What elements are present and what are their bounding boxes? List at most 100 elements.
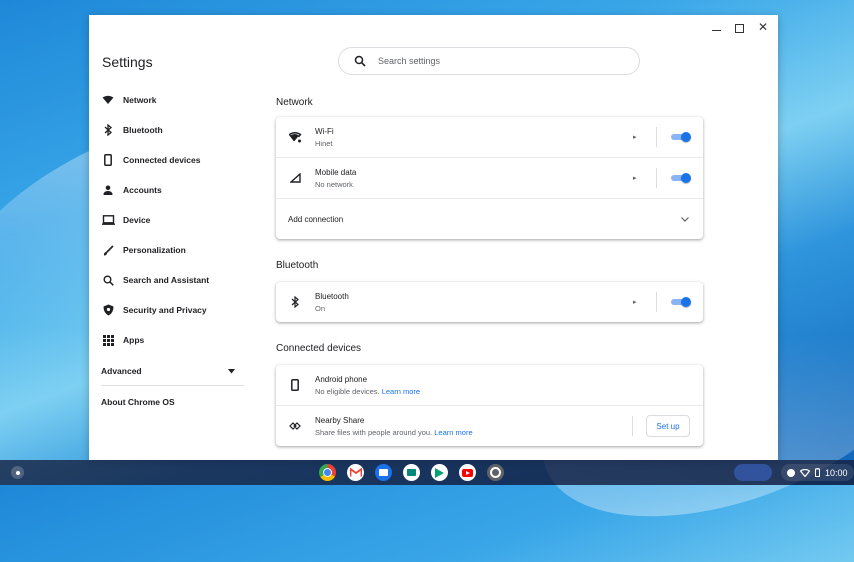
add-connection-row[interactable]: Add connection	[276, 198, 703, 239]
mobile-data-label: Mobile data	[315, 167, 357, 177]
settings-icon[interactable]	[487, 464, 504, 481]
minimize-button[interactable]	[711, 30, 721, 31]
page-title: Settings	[102, 54, 153, 70]
phone-icon	[101, 153, 115, 167]
arrow-right-icon: ▸	[633, 299, 637, 306]
bluetooth-toggle[interactable]	[671, 297, 691, 307]
search-icon	[101, 273, 115, 287]
sidebar-item-device[interactable]: Device	[89, 205, 249, 235]
sidebar: Network Bluetooth Connected devices Acco…	[89, 85, 249, 418]
setup-button[interactable]: Set up	[646, 415, 690, 437]
network-card: Wi-Fi Hinet ▸ Mobile data No network ▸ A…	[276, 117, 703, 239]
brush-icon	[101, 243, 115, 257]
play-store-icon[interactable]	[431, 464, 448, 481]
mobile-data-toggle[interactable]	[671, 173, 691, 183]
notification-icon	[787, 468, 795, 477]
bluetooth-row[interactable]: Bluetooth On ▸	[276, 282, 703, 322]
close-button[interactable]: ✕	[758, 20, 768, 34]
person-icon	[101, 183, 115, 197]
section-title-connected-devices: Connected devices	[276, 343, 362, 354]
section-title-network: Network	[276, 97, 313, 108]
connected-devices-card: Android phone No eligible devices. Learn…	[276, 365, 703, 446]
sidebar-item-label: Apps	[123, 335, 145, 345]
chevron-down-icon	[681, 216, 689, 222]
sidebar-item-search-assistant[interactable]: Search and Assistant	[89, 265, 249, 295]
mobile-data-text: Mobile data No network	[315, 168, 356, 189]
laptop-icon	[101, 213, 115, 227]
row-separator	[632, 416, 633, 436]
clock: 10:00	[825, 467, 848, 478]
wifi-status: Hinet	[315, 138, 333, 148]
shelf-apps	[319, 464, 504, 481]
search-icon	[354, 55, 366, 67]
meet-icon[interactable]	[403, 464, 420, 481]
android-phone-status: No eligible devices. Learn more	[315, 387, 420, 396]
android-phone-label: Android phone	[315, 374, 368, 384]
status-tray[interactable]: 10:00	[781, 464, 854, 481]
android-phone-text: Android phone No eligible devices. Learn…	[315, 375, 420, 396]
wifi-text: Wi-Fi Hinet	[315, 127, 334, 148]
arrow-right-icon: ▸	[633, 134, 637, 141]
nearby-share-icon	[288, 419, 302, 433]
sidebar-item-about[interactable]: About Chrome OS	[89, 386, 249, 418]
sidebar-item-bluetooth[interactable]: Bluetooth	[89, 115, 249, 145]
maximize-button[interactable]	[734, 24, 744, 33]
sidebar-item-label: Bluetooth	[123, 125, 163, 135]
sidebar-item-security-privacy[interactable]: Security and Privacy	[89, 295, 249, 325]
learn-more-link[interactable]: Learn more	[434, 428, 472, 437]
grid-icon	[101, 333, 115, 347]
bluetooth-status: On	[315, 303, 326, 313]
sidebar-item-apps[interactable]: Apps	[89, 325, 249, 355]
sidebar-advanced-toggle[interactable]: Advanced	[89, 357, 249, 385]
sidebar-item-label: Device	[123, 215, 151, 225]
search-input[interactable]: Search settings	[378, 56, 440, 66]
sidebar-item-label: Connected devices	[123, 155, 201, 165]
bluetooth-text: Bluetooth On	[315, 292, 349, 313]
launcher-button[interactable]	[11, 466, 24, 479]
android-phone-row[interactable]: Android phone No eligible devices. Learn…	[276, 365, 703, 405]
wifi-row[interactable]: Wi-Fi Hinet ▸	[276, 117, 703, 157]
phone-icon	[288, 378, 302, 392]
bluetooth-label: Bluetooth	[315, 291, 349, 301]
files-icon[interactable]	[375, 464, 392, 481]
sidebar-item-connected-devices[interactable]: Connected devices	[89, 145, 249, 175]
mobile-data-row[interactable]: Mobile data No network ▸	[276, 157, 703, 198]
sidebar-item-label: Accounts	[123, 185, 162, 195]
sidebar-item-personalization[interactable]: Personalization	[89, 235, 249, 265]
settings-window: ✕ Settings Search settings Network Bluet…	[89, 15, 778, 460]
learn-more-link[interactable]: Learn more	[382, 387, 420, 396]
nearby-share-row[interactable]: Nearby Share Share files with people aro…	[276, 405, 703, 446]
youtube-icon[interactable]	[459, 464, 476, 481]
bluetooth-icon	[101, 123, 115, 137]
sidebar-item-label: Search and Assistant	[123, 275, 210, 285]
sidebar-about-label: About Chrome OS	[101, 397, 175, 407]
caret-down-icon	[228, 368, 235, 373]
sidebar-item-accounts[interactable]: Accounts	[89, 175, 249, 205]
row-separator	[656, 168, 657, 188]
bluetooth-icon	[288, 295, 302, 309]
wifi-label: Wi-Fi	[315, 126, 334, 136]
gmail-icon[interactable]	[347, 464, 364, 481]
nearby-share-status-text: Share files with people around you.	[315, 427, 433, 437]
row-separator	[656, 127, 657, 147]
wifi-toggle[interactable]	[671, 132, 691, 142]
sidebar-item-label: Security and Privacy	[123, 305, 207, 315]
nearby-share-status: Share files with people around you. Lear…	[315, 428, 473, 437]
search-box[interactable]: Search settings	[338, 47, 640, 75]
sidebar-item-network[interactable]: Network	[89, 85, 249, 115]
nearby-share-label: Nearby Share	[315, 415, 365, 425]
wifi-icon	[101, 93, 115, 107]
sidebar-item-label: Personalization	[123, 245, 186, 255]
android-phone-status-text: No eligible devices.	[315, 386, 380, 396]
input-method-tray[interactable]	[734, 464, 772, 481]
mobile-data-status: No network	[315, 179, 353, 189]
section-title-bluetooth: Bluetooth	[276, 260, 319, 271]
wifi-icon	[288, 130, 302, 144]
shield-icon	[101, 303, 115, 317]
nearby-share-text: Nearby Share Share files with people aro…	[315, 416, 473, 437]
arrow-right-icon: ▸	[633, 175, 637, 182]
sidebar-advanced-label: Advanced	[101, 366, 142, 376]
chrome-icon[interactable]	[319, 464, 336, 481]
battery-icon	[815, 468, 820, 477]
cellular-icon	[288, 171, 302, 185]
